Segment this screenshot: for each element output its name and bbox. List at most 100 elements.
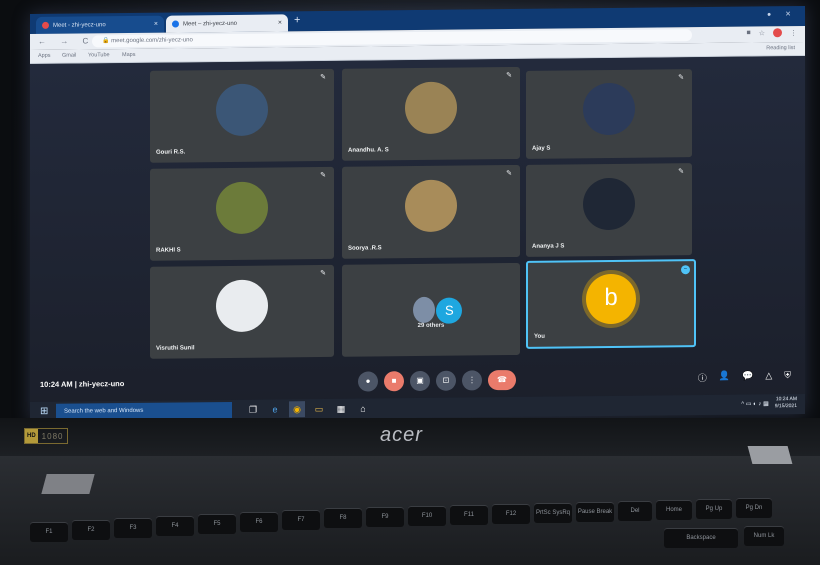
- leave-call-button[interactable]: ☎: [488, 369, 516, 391]
- participant-tile[interactable]: ✎ Visruthi Sunil: [150, 264, 334, 359]
- key[interactable]: F1: [30, 522, 68, 542]
- address-actions: ■ ☆ ⋮: [746, 28, 797, 38]
- reading-list[interactable]: Reading list: [766, 45, 795, 51]
- extension-icon[interactable]: ■: [746, 30, 750, 37]
- menu-icon[interactable]: ⋮: [790, 29, 797, 37]
- avatar: [413, 296, 436, 324]
- key[interactable]: F12: [492, 504, 530, 524]
- captions-icon: ▣: [416, 375, 424, 386]
- mic-off-icon: ✎: [678, 74, 684, 82]
- captions-button[interactable]: ▣: [410, 370, 430, 392]
- key[interactable]: F8: [324, 508, 362, 528]
- laptop-screen: Meet - zhi-yecz-uno × Meet – zhi-yecz-un…: [30, 5, 805, 423]
- participant-tile[interactable]: ✎ RAKHI S: [150, 166, 334, 261]
- people-icon[interactable]: 👤: [719, 371, 730, 384]
- close-icon[interactable]: ×: [154, 21, 158, 28]
- others-count: 29 others: [417, 322, 445, 329]
- others-tile[interactable]: S 29 others: [342, 262, 520, 357]
- key[interactable]: F3: [114, 518, 152, 538]
- mic-off-icon: ✎: [678, 168, 684, 176]
- chat-icon[interactable]: 💬: [742, 370, 753, 383]
- taskbar-apps: ❐ e ◉ ▭ ▦ ⌂: [245, 400, 371, 418]
- star-icon[interactable]: ☆: [759, 29, 765, 37]
- bookmark-gmail[interactable]: Gmail: [62, 53, 76, 59]
- avatar: [405, 82, 457, 135]
- key[interactable]: F11: [450, 505, 488, 525]
- host-controls-icon[interactable]: ⛨: [784, 370, 791, 383]
- participant-tile[interactable]: ✎ Soorya .R.S: [342, 164, 520, 259]
- key[interactable]: Pause Break: [576, 502, 614, 522]
- browser-tab-1[interactable]: Meet - zhi-yecz-uno ×: [36, 15, 164, 34]
- taskbar-clock[interactable]: 10:24 AM 9/15/2021: [775, 396, 797, 410]
- gmail-favicon-icon: [42, 21, 49, 29]
- edge-icon[interactable]: e: [267, 401, 283, 417]
- lock-icon: 🔒: [102, 38, 112, 45]
- mic-off-icon: ✎: [320, 269, 326, 278]
- acer-logo: acer: [380, 424, 423, 446]
- app-icon[interactable]: ⌂: [355, 400, 371, 416]
- file-explorer-icon[interactable]: ▭: [311, 401, 327, 417]
- avatar: [216, 280, 268, 333]
- bookmark-maps[interactable]: Maps: [122, 52, 135, 58]
- key[interactable]: F6: [240, 512, 278, 532]
- key[interactable]: Home: [656, 500, 692, 520]
- key[interactable]: Del: [618, 501, 652, 521]
- tray-icons[interactable]: ^ ▭ ◐ ♪ ▦: [741, 400, 768, 407]
- self-avatar: b: [586, 273, 636, 325]
- mic-off-icon: ✎: [506, 170, 512, 178]
- participant-name: Soorya .R.S: [348, 245, 382, 252]
- participant-tile[interactable]: ✎ Ajay S: [526, 69, 692, 159]
- new-tab-button[interactable]: +: [294, 14, 300, 26]
- meet-favicon-icon: [172, 20, 179, 28]
- key[interactable]: F2: [72, 520, 110, 540]
- windows-start-icon[interactable]: ⊞: [40, 406, 52, 418]
- laptop-photo: Meet - zhi-yecz-uno × Meet – zhi-yecz-un…: [0, 0, 820, 565]
- camera-button[interactable]: ■: [384, 371, 404, 392]
- self-tile[interactable]: − b You: [526, 259, 696, 349]
- bookmark-apps[interactable]: Apps: [38, 53, 51, 59]
- more-options-button[interactable]: ⋮: [462, 370, 482, 391]
- key[interactable]: F4: [156, 516, 194, 536]
- key[interactable]: F9: [366, 507, 404, 527]
- present-button[interactable]: ⊡: [436, 370, 456, 391]
- close-icon[interactable]: ×: [278, 19, 282, 26]
- meet-stage: ✎ Gouri R.S. ✎ Anandhu. A. S ✎ Ajay S ✎ …: [30, 55, 805, 423]
- chrome-icon[interactable]: ◉: [289, 401, 305, 418]
- window-controls[interactable]: ● ✕: [767, 10, 797, 18]
- key[interactable]: PrtSc SysRq: [534, 503, 572, 523]
- key[interactable]: F7: [282, 510, 320, 530]
- system-tray: ^ ▭ ◐ ♪ ▦ 10:24 AM 9/15/2021: [741, 396, 797, 411]
- key[interactable]: Num Lk: [744, 526, 784, 546]
- nav-buttons[interactable]: ← → C: [38, 36, 94, 46]
- participant-tile[interactable]: ✎ Gouri R.S.: [150, 68, 334, 163]
- store-icon[interactable]: ▦: [333, 401, 349, 417]
- hangup-icon: ☎: [497, 375, 507, 385]
- tab-title: Meet – zhi-yecz-uno: [183, 20, 238, 27]
- meet-side-icons: ⓘ 👤 💬 △ ⛨: [698, 370, 791, 384]
- activities-icon[interactable]: △: [765, 370, 772, 383]
- hd-sticker: HD 1080: [24, 428, 69, 444]
- avatar: [216, 182, 268, 235]
- avatar: [583, 178, 635, 231]
- key[interactable]: F10: [408, 506, 446, 526]
- participant-tile[interactable]: ✎ Ananya J S: [526, 163, 692, 257]
- self-name: You: [534, 333, 545, 340]
- participant-name: Ajay S: [532, 145, 551, 152]
- key[interactable]: Backspace: [664, 528, 738, 548]
- key[interactable]: F5: [198, 514, 236, 534]
- participant-name: RAKHI S: [156, 247, 181, 254]
- tab-title: Meet - zhi-yecz-uno: [53, 21, 106, 29]
- participant-tile[interactable]: ✎ Anandhu. A. S: [342, 66, 520, 161]
- bookmark-youtube[interactable]: YouTube: [88, 52, 110, 58]
- hinge-right: [747, 446, 793, 464]
- info-icon[interactable]: ⓘ: [698, 371, 707, 384]
- mic-button[interactable]: ●: [358, 371, 378, 392]
- browser-tab-2[interactable]: Meet – zhi-yecz-uno ×: [166, 14, 288, 33]
- mic-icon: ●: [365, 376, 371, 386]
- meeting-info: 10:24 AM | zhi-yecz-uno: [40, 379, 125, 389]
- key[interactable]: Pg Up: [696, 499, 732, 519]
- more-options-icon[interactable]: −: [681, 265, 690, 275]
- task-view-icon[interactable]: ❐: [245, 402, 261, 418]
- profile-avatar[interactable]: [773, 28, 782, 38]
- key[interactable]: Pg Dn: [736, 498, 772, 518]
